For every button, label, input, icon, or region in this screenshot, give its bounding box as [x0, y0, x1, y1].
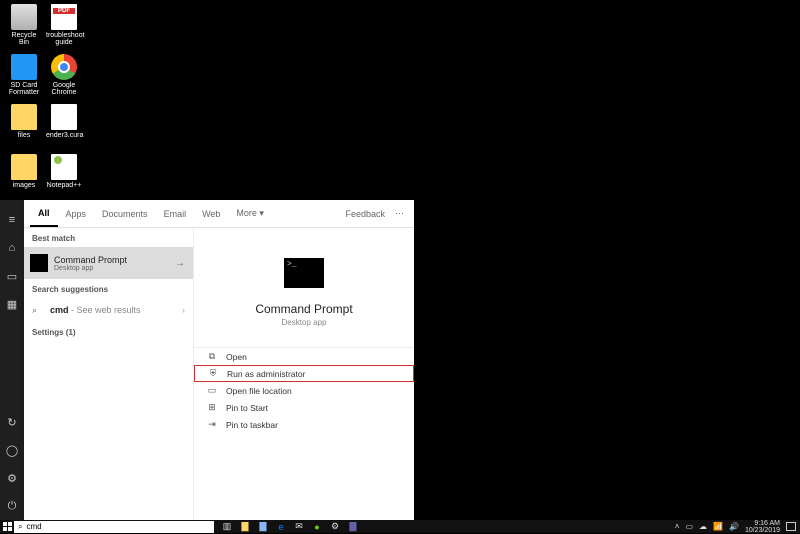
taskbar-search-input[interactable] [26, 522, 210, 531]
action-open-file-location[interactable]: ▭Open file location [194, 382, 414, 399]
tray-onedrive-icon[interactable]: ☁ [699, 522, 707, 531]
tray-wifi-icon[interactable]: 📶 [713, 522, 723, 531]
tab-email[interactable]: Email [156, 200, 195, 227]
action-open[interactable]: ⧉Open [194, 348, 414, 365]
rail-pictures-icon[interactable]: ▦ [0, 290, 24, 318]
result-subtitle: Desktop app [54, 265, 127, 272]
preview-subtitle: Desktop app [282, 318, 327, 327]
start-search-panel: All Apps Documents Email Web More ▾ Feed… [24, 200, 414, 520]
tab-web[interactable]: Web [194, 200, 228, 227]
desktop-icon-cura[interactable]: ender3.cura [46, 104, 82, 139]
start-button[interactable] [0, 520, 14, 533]
result-title: Command Prompt [54, 255, 127, 265]
chevron-right-icon: › [182, 305, 185, 315]
tab-more[interactable]: More ▾ [228, 200, 272, 227]
rail-account-icon[interactable]: ◯ [0, 436, 24, 464]
preview-actions: ⧉Open ⛨Run as administrator ▭Open file l… [194, 347, 414, 433]
taskbar-app-icon[interactable]: ● [310, 520, 324, 533]
rail-power-icon[interactable]: ⏻ [0, 492, 24, 520]
rail-timeline-icon[interactable]: ↻ [0, 408, 24, 436]
search-tabs: All Apps Documents Email Web More ▾ Feed… [24, 200, 414, 228]
action-pin-to-taskbar[interactable]: ⇥Pin to taskbar [194, 416, 414, 433]
open-icon: ⧉ [206, 351, 218, 362]
result-command-prompt[interactable]: Command Prompt Desktop app → [24, 247, 193, 279]
search-icon: ⌕ [32, 305, 44, 316]
settings-header: Settings (1) [24, 322, 193, 341]
desktop-icon-chrome[interactable]: Google Chrome [46, 54, 82, 96]
desktop-icon-notepadpp[interactable]: Notepad++ [46, 154, 82, 189]
action-run-as-administrator[interactable]: ⛨Run as administrator [194, 365, 414, 382]
shield-icon: ⛨ [207, 368, 219, 379]
pin-taskbar-icon: ⇥ [206, 419, 218, 430]
taskbar-search[interactable]: ⌕ [14, 521, 214, 533]
taskbar-store-icon[interactable]: ▇ [256, 520, 270, 533]
task-view-icon[interactable]: ▥ [220, 520, 234, 533]
taskbar-settings-icon[interactable]: ⚙ [328, 520, 342, 533]
start-rail: ≡ ⌂ ▭ ▦ ↻ ◯ ⚙ ⏻ [0, 200, 24, 520]
tray-overflow-icon[interactable]: ˄ [675, 522, 680, 531]
desktop-icon-files[interactable]: files [6, 104, 42, 139]
command-prompt-icon [30, 254, 48, 272]
preview-column: Command Prompt Desktop app ⧉Open ⛨Run as… [194, 228, 414, 520]
feedback-link[interactable]: Feedback [339, 209, 391, 219]
desktop-icon-images[interactable]: images [6, 154, 42, 189]
action-center-icon[interactable] [786, 522, 796, 531]
system-tray: ˄ ▭ ☁ 📶 🔊 9:16 AM 10/23/2019 [675, 520, 796, 534]
pin-start-icon: ⊞ [206, 402, 218, 413]
tray-network-icon[interactable]: ▭ [685, 522, 693, 531]
taskbar-explorer-icon[interactable]: ▇ [238, 520, 252, 533]
tab-all[interactable]: All [30, 200, 58, 227]
desktop-icon-recycle-bin[interactable]: Recycle Bin [6, 4, 42, 46]
desktop-icon-pdf[interactable]: troubleshoot guide [46, 4, 82, 46]
rail-settings-icon[interactable]: ⚙ [0, 464, 24, 492]
rail-home-icon[interactable]: ⌂ [0, 234, 24, 262]
taskbar-clock[interactable]: 9:16 AM 10/23/2019 [745, 520, 780, 534]
search-icon: ⌕ [18, 522, 22, 532]
rail-documents-icon[interactable]: ▭ [0, 262, 24, 290]
folder-icon: ▭ [206, 385, 218, 396]
command-prompt-preview-icon [284, 258, 324, 288]
taskbar: ⌕ ▥ ▇ ▇ e ✉ ● ⚙ ▇ ˄ ▭ ☁ 📶 🔊 9:16 AM 10/2… [0, 520, 800, 533]
suggestion-cmd-web[interactable]: ⌕ cmd - See web results › [24, 298, 193, 322]
rail-menu-icon[interactable]: ≡ [0, 206, 24, 234]
taskbar-teams-icon[interactable]: ▇ [346, 520, 360, 533]
best-match-header: Best match [24, 228, 193, 247]
tab-documents[interactable]: Documents [94, 200, 156, 227]
chevron-right-icon: → [175, 258, 185, 269]
taskbar-edge-icon[interactable]: e [274, 520, 288, 533]
tray-volume-icon[interactable]: 🔊 [729, 522, 739, 531]
preview-title: Command Prompt [255, 302, 352, 316]
results-column: Best match Command Prompt Desktop app → … [24, 228, 194, 520]
taskbar-mail-icon[interactable]: ✉ [292, 520, 306, 533]
more-options-icon[interactable]: ⋯ [391, 208, 408, 219]
tab-apps[interactable]: Apps [58, 200, 95, 227]
search-suggestions-header: Search suggestions [24, 279, 193, 298]
windows-logo-icon [3, 522, 12, 531]
action-pin-to-start[interactable]: ⊞Pin to Start [194, 399, 414, 416]
desktop-icon-sd-formatter[interactable]: SD Card Formatter [6, 54, 42, 96]
